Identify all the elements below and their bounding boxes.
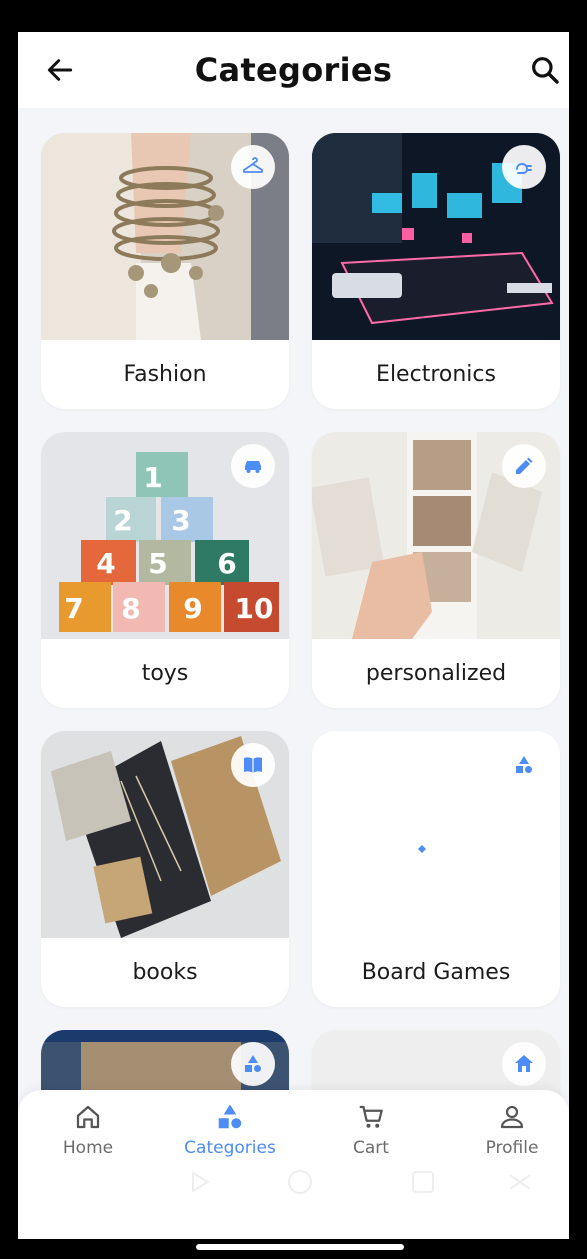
- nav-label: Home: [62, 1138, 114, 1158]
- svg-text:6: 6: [217, 547, 236, 580]
- hanger-icon: [231, 145, 275, 189]
- category-card-personalized[interactable]: personalized: [312, 432, 560, 708]
- page-title: Categories: [194, 51, 393, 89]
- home-outline-icon: [76, 1105, 100, 1129]
- category-card-fashion[interactable]: Fashion: [41, 133, 289, 409]
- svg-text:10: 10: [235, 592, 274, 625]
- search-icon[interactable]: [529, 54, 561, 86]
- svg-text:5: 5: [148, 547, 167, 580]
- shapes-icon: [218, 1104, 242, 1129]
- svg-text:8: 8: [121, 592, 140, 625]
- svg-text:3: 3: [171, 504, 190, 537]
- app-screen: Categories Fashion Electronics 1 2 3 4 5…: [18, 32, 569, 1239]
- category-label: Electronics: [376, 362, 496, 387]
- home-indicator[interactable]: [196, 1244, 404, 1250]
- category-grid: Fashion Electronics 1 2 3 4 5 6 7 8 9 10…: [18, 108, 569, 1239]
- person-icon: [500, 1105, 524, 1129]
- svg-text:2: 2: [113, 504, 132, 537]
- category-card-books[interactable]: books: [41, 731, 289, 1007]
- nav-label: Cart: [353, 1138, 389, 1158]
- cart-icon: [359, 1105, 383, 1128]
- nav-item-categories[interactable]: Categories: [170, 1102, 290, 1162]
- svg-text:4: 4: [96, 547, 115, 580]
- category-label: Board Games: [361, 960, 511, 985]
- shapes-icon: [231, 1042, 275, 1086]
- nav-item-profile[interactable]: Profile: [452, 1102, 569, 1162]
- category-label: toys: [141, 661, 189, 686]
- nav-label: Profile: [485, 1138, 539, 1158]
- category-label: books: [132, 960, 198, 985]
- pencil-icon: [502, 444, 546, 488]
- home-icon: [502, 1042, 546, 1086]
- arrow-left-icon[interactable]: [44, 54, 76, 86]
- plug-icon: [502, 145, 546, 189]
- app-bar: Categories: [18, 32, 569, 108]
- svg-text:7: 7: [64, 592, 83, 625]
- category-card-electronics[interactable]: Electronics: [312, 133, 560, 409]
- book-icon: [231, 743, 275, 787]
- svg-text:9: 9: [183, 592, 202, 625]
- shapes-icon: [502, 743, 546, 787]
- nav-label: Categories: [184, 1138, 276, 1158]
- category-label: Fashion: [123, 362, 207, 387]
- car-icon: [231, 444, 275, 488]
- nav-item-cart[interactable]: Cart: [311, 1102, 431, 1162]
- bottom-navigation: Home Categories Cart Profile: [18, 1090, 569, 1239]
- category-label: personalized: [365, 661, 507, 686]
- svg-text:1: 1: [143, 461, 162, 494]
- system-navigation-bar: [192, 1170, 531, 1194]
- category-card-toys[interactable]: 1 2 3 4 5 6 7 8 9 10 toys: [41, 432, 289, 708]
- nav-item-home[interactable]: Home: [28, 1102, 148, 1162]
- category-card-board-games[interactable]: Board Games: [312, 731, 560, 1007]
